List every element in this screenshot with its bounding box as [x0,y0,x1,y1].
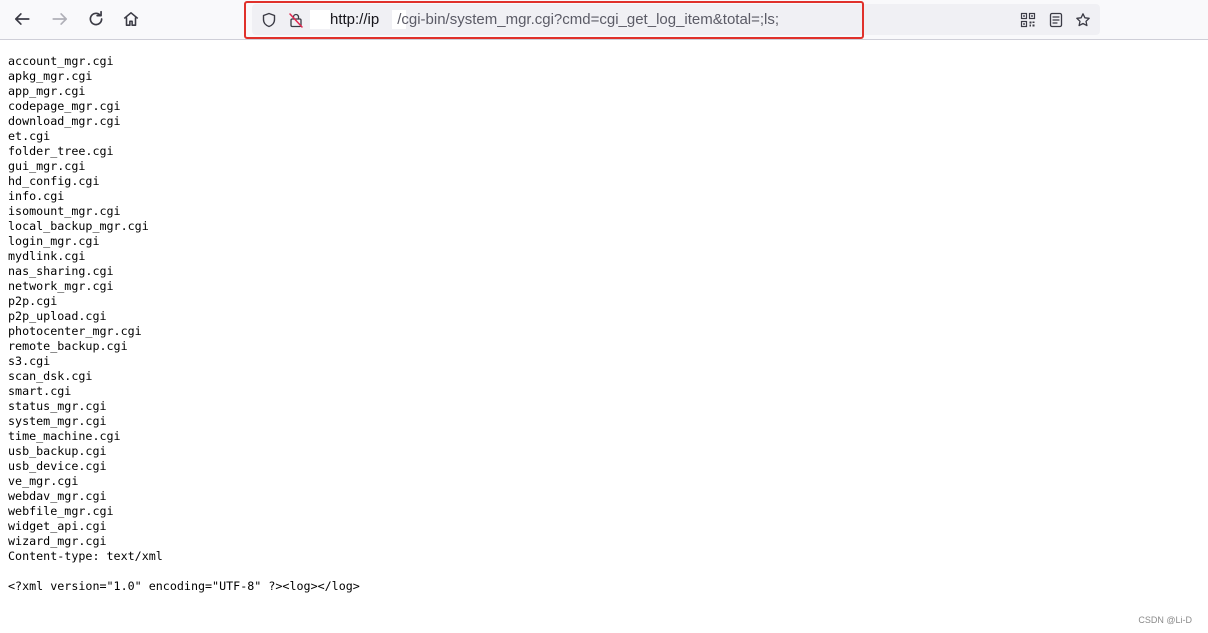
response-line: et.cgi [8,129,51,143]
reload-button[interactable] [82,5,110,33]
response-line: isomount_mgr.cgi [8,204,121,218]
response-line: local_backup_mgr.cgi [8,219,149,233]
back-button[interactable] [8,5,36,33]
star-icon [1076,13,1090,27]
response-line: hd_config.cgi [8,174,100,188]
response-line: download_mgr.cgi [8,114,121,128]
response-line: s3.cgi [8,354,51,368]
response-line: wizard_mgr.cgi [8,534,107,548]
forward-arrow-icon [52,13,68,25]
response-line: <?xml version="1.0" encoding="UTF-8" ?><… [8,579,360,593]
response-line [8,564,360,579]
home-icon [123,12,139,26]
back-arrow-icon [14,13,30,25]
response-line: status_mgr.cgi [8,399,107,413]
bookmark-star-button[interactable] [1072,10,1094,30]
response-line: smart.cgi [8,384,72,398]
response-line: scan_dsk.cgi [8,369,93,383]
response-line: usb_backup.cgi [8,444,107,458]
response-line: mydlink.cgi [8,249,86,263]
url-path: /cgi-bin/system_mgr.cgi?cmd=cgi_get_log_… [397,11,780,28]
qr-code-button[interactable] [1017,10,1039,30]
reload-icon [89,10,103,26]
reader-view-icon [1049,12,1063,28]
response-line: gui_mgr.cgi [8,159,86,173]
response-line: system_mgr.cgi [8,414,107,428]
response-line: usb_device.cgi [8,459,107,473]
shield-icon[interactable] [260,11,278,29]
response-line: p2p_upload.cgi [8,309,107,323]
response-line: ve_mgr.cgi [8,474,79,488]
response-line: codepage_mgr.cgi [8,99,121,113]
url-text[interactable]: http://ip/cgi-bin/system_mgr.cgi?cmd=cgi… [330,10,779,30]
response-line: webfile_mgr.cgi [8,504,114,518]
redacted-region [310,10,330,29]
response-line: apkg_mgr.cgi [8,69,93,83]
watermark: CSDN @Li-D [1138,615,1192,625]
response-line: login_mgr.cgi [8,234,100,248]
reader-view-button[interactable] [1045,10,1067,30]
url-host: http://ip [330,11,380,28]
response-line: photocenter_mgr.cgi [8,324,142,338]
response-line: network_mgr.cgi [8,279,114,293]
response-line: remote_backup.cgi [8,339,128,353]
response-line: folder_tree.cgi [8,144,114,158]
response-line: app_mgr.cgi [8,84,86,98]
response-line: p2p.cgi [8,294,58,308]
qr-code-icon [1020,12,1036,28]
response-line: nas_sharing.cgi [8,264,114,278]
response-line: webdav_mgr.cgi [8,489,107,503]
page-response-body: account_mgr.cgi apkg_mgr.cgi app_mgr.cgi co… [8,54,360,594]
response-line: info.cgi [8,189,65,203]
home-button[interactable] [117,5,145,33]
response-line: time_machine.cgi [8,429,121,443]
address-bar[interactable]: http://ip/cgi-bin/system_mgr.cgi?cmd=cgi… [252,4,1100,35]
browser-toolbar: http://ip/cgi-bin/system_mgr.cgi?cmd=cgi… [0,0,1208,40]
forward-button[interactable] [46,5,74,33]
response-line: Content-type: text/xml [8,549,163,563]
insecure-lock-icon[interactable] [287,11,305,29]
response-line: widget_api.cgi [8,519,107,533]
response-line: account_mgr.cgi [8,54,114,68]
